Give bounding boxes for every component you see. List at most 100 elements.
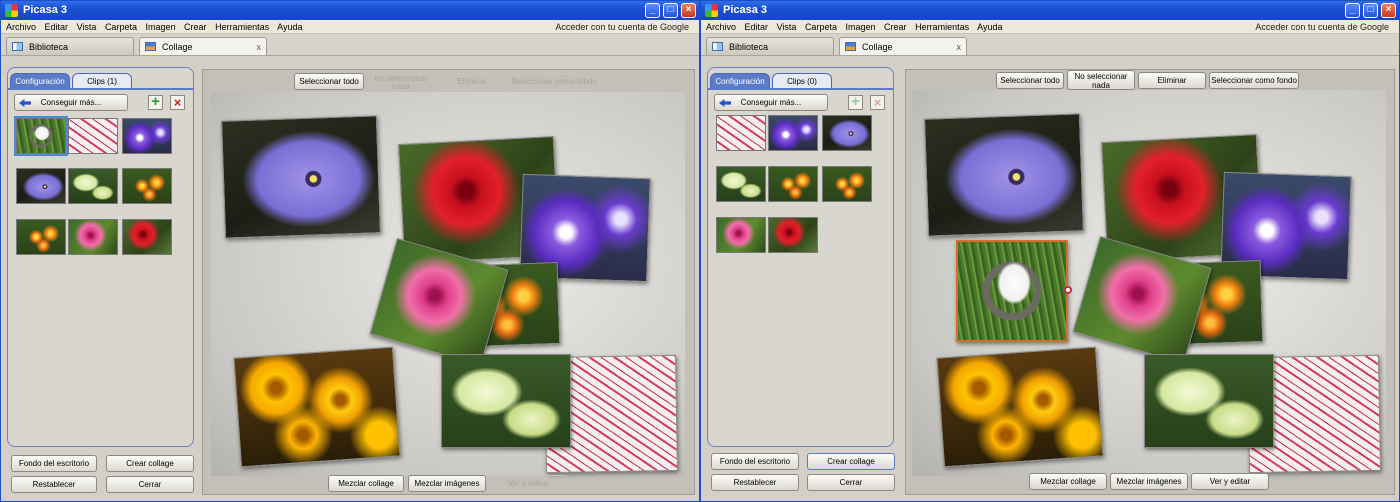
- close-icon[interactable]: ×: [1381, 3, 1396, 18]
- clips-panel: Configuración Clips (1) Conseguir más...…: [7, 67, 194, 447]
- set-background-button[interactable]: Seleccionar como fondo: [509, 73, 599, 90]
- menu-crear[interactable]: Crear: [184, 22, 207, 32]
- minimize-icon[interactable]: _: [645, 3, 660, 18]
- reset-button[interactable]: Restablecer: [11, 476, 97, 493]
- title-bar[interactable]: Picasa 3 _ □ ×: [1, 1, 699, 20]
- tab-close-icon[interactable]: x: [257, 38, 262, 56]
- view-edit-button[interactable]: Ver y editar: [490, 475, 566, 492]
- shuffle-collage-button[interactable]: Mezclar collage: [1029, 473, 1107, 490]
- thumb-purple-flower[interactable]: [122, 118, 172, 154]
- menu-editar[interactable]: Editar: [45, 22, 69, 32]
- delete-button[interactable]: Eliminar: [1138, 72, 1206, 89]
- tab-collage[interactable]: Collage x: [839, 37, 967, 55]
- maximize-icon[interactable]: □: [1363, 3, 1378, 18]
- shuffle-collage-button[interactable]: Mezclar collage: [328, 475, 404, 492]
- thumb-pink-rose[interactable]: [68, 219, 118, 255]
- title-bar[interactable]: Picasa 3 _ □ ×: [701, 1, 1399, 20]
- minimize-icon[interactable]: _: [1345, 3, 1360, 18]
- shuffle-images-button[interactable]: Mezclar imágenes: [408, 475, 486, 492]
- add-clip-icon[interactable]: +: [848, 94, 863, 110]
- menu-carpeta[interactable]: Carpeta: [105, 22, 137, 32]
- thumb-pansy[interactable]: [16, 168, 66, 204]
- tab-clips[interactable]: Clips (0): [772, 73, 832, 89]
- photo-yellow-flowers[interactable]: [936, 346, 1104, 468]
- menu-carpeta[interactable]: Carpeta: [805, 22, 837, 32]
- desktop-background-button[interactable]: Fondo del escritorio: [11, 455, 97, 472]
- menu-crear[interactable]: Crear: [884, 22, 907, 32]
- rotate-handle-icon[interactable]: [1064, 286, 1072, 294]
- panel-divider: [708, 88, 893, 90]
- photo-yellow-flowers[interactable]: [233, 346, 401, 468]
- collage-canvas[interactable]: [211, 92, 685, 476]
- thumb-orange-flowers[interactable]: [768, 166, 818, 202]
- select-all-button[interactable]: Seleccionar todo: [996, 72, 1064, 89]
- thumb-cream-rose[interactable]: [716, 166, 766, 202]
- menu-vista[interactable]: Vista: [77, 22, 97, 32]
- delete-button[interactable]: Eliminar: [438, 73, 506, 90]
- tab-close-icon[interactable]: x: [957, 38, 962, 56]
- menu-ayuda[interactable]: Ayuda: [977, 22, 1002, 32]
- tab-clips[interactable]: Clips (1): [72, 73, 132, 89]
- create-collage-button[interactable]: Crear collage: [807, 453, 895, 470]
- thumb-lily[interactable]: [716, 115, 766, 151]
- tab-bar: Biblioteca Collage x: [1, 34, 699, 56]
- tab-library[interactable]: Biblioteca: [706, 37, 834, 55]
- desktop-background-button[interactable]: Fondo del escritorio: [711, 453, 799, 470]
- tab-library[interactable]: Biblioteca: [6, 37, 134, 55]
- thumb-calla-lily[interactable]: [14, 116, 68, 156]
- menu-archivo[interactable]: Archivo: [6, 22, 36, 32]
- reset-button[interactable]: Restablecer: [711, 474, 799, 491]
- create-collage-button[interactable]: Crear collage: [106, 455, 194, 472]
- deselect-button[interactable]: No seleccionar nada: [367, 73, 435, 91]
- menu-editar[interactable]: Editar: [745, 22, 769, 32]
- thumb-lily[interactable]: [68, 118, 118, 154]
- thumb-orange-blossoms[interactable]: [16, 219, 66, 255]
- select-all-button[interactable]: Seleccionar todo: [294, 73, 364, 90]
- photo-pansy[interactable]: [220, 115, 382, 239]
- remove-clip-icon[interactable]: ×: [870, 95, 885, 110]
- thumb-purple-flower[interactable]: [768, 115, 818, 151]
- menu-imagen[interactable]: Imagen: [145, 22, 175, 32]
- menu-herramientas[interactable]: Herramientas: [215, 22, 269, 32]
- collage-canvas[interactable]: [912, 90, 1386, 476]
- thumb-pink-rose[interactable]: [716, 217, 766, 253]
- tab-configuration[interactable]: Configuración: [10, 73, 70, 89]
- menu-ayuda[interactable]: Ayuda: [277, 22, 302, 32]
- google-login-link[interactable]: Acceder con tu cuenta de Google: [555, 20, 689, 34]
- shuffle-images-button[interactable]: Mezclar imágenes: [1110, 473, 1188, 490]
- menu-imagen[interactable]: Imagen: [845, 22, 875, 32]
- thumb-orange-flowers[interactable]: [122, 168, 172, 204]
- menu-archivo[interactable]: Archivo: [706, 22, 736, 32]
- photo-cream-rose[interactable]: [1144, 354, 1274, 448]
- remove-clip-icon[interactable]: ×: [170, 95, 185, 110]
- menu-bar: Archivo Editar Vista Carpeta Imagen Crea…: [1, 20, 699, 34]
- thumb-red-rose[interactable]: [768, 217, 818, 253]
- add-clip-icon[interactable]: +: [148, 94, 163, 110]
- deselect-button[interactable]: No seleccionar nada: [1067, 70, 1135, 90]
- photo-calla-lily-selected[interactable]: [956, 240, 1068, 342]
- clips-panel: Configuración Clips (0) Conseguir más...…: [707, 67, 894, 447]
- view-edit-button[interactable]: Ver y editar: [1191, 473, 1269, 490]
- thumb-orange-blossoms[interactable]: [822, 166, 872, 202]
- set-background-button[interactable]: Seleccionar como fondo: [1209, 72, 1299, 89]
- close-icon[interactable]: ×: [681, 3, 696, 18]
- photo-pansy[interactable]: [923, 113, 1085, 237]
- get-more-button[interactable]: Conseguir más...: [714, 94, 828, 111]
- tab-collage[interactable]: Collage x: [139, 37, 267, 55]
- get-more-button[interactable]: Conseguir más...: [14, 94, 128, 111]
- close-button[interactable]: Cerrar: [106, 476, 194, 493]
- tab-configuration[interactable]: Configuración: [710, 73, 770, 89]
- menu-bar: Archivo Editar Vista Carpeta Imagen Crea…: [701, 20, 1399, 34]
- collage-icon: [145, 42, 156, 51]
- menu-vista[interactable]: Vista: [777, 22, 797, 32]
- maximize-icon[interactable]: □: [663, 3, 678, 18]
- menu-herramientas[interactable]: Herramientas: [915, 22, 969, 32]
- close-button[interactable]: Cerrar: [807, 474, 895, 491]
- photo-cream-rose[interactable]: [441, 354, 571, 448]
- thumb-red-rose[interactable]: [122, 219, 172, 255]
- library-icon: [12, 42, 23, 51]
- tab-library-label: Biblioteca: [729, 42, 769, 52]
- thumb-pansy[interactable]: [822, 115, 872, 151]
- thumb-cream-rose[interactable]: [68, 168, 118, 204]
- google-login-link[interactable]: Acceder con tu cuenta de Google: [1255, 20, 1389, 34]
